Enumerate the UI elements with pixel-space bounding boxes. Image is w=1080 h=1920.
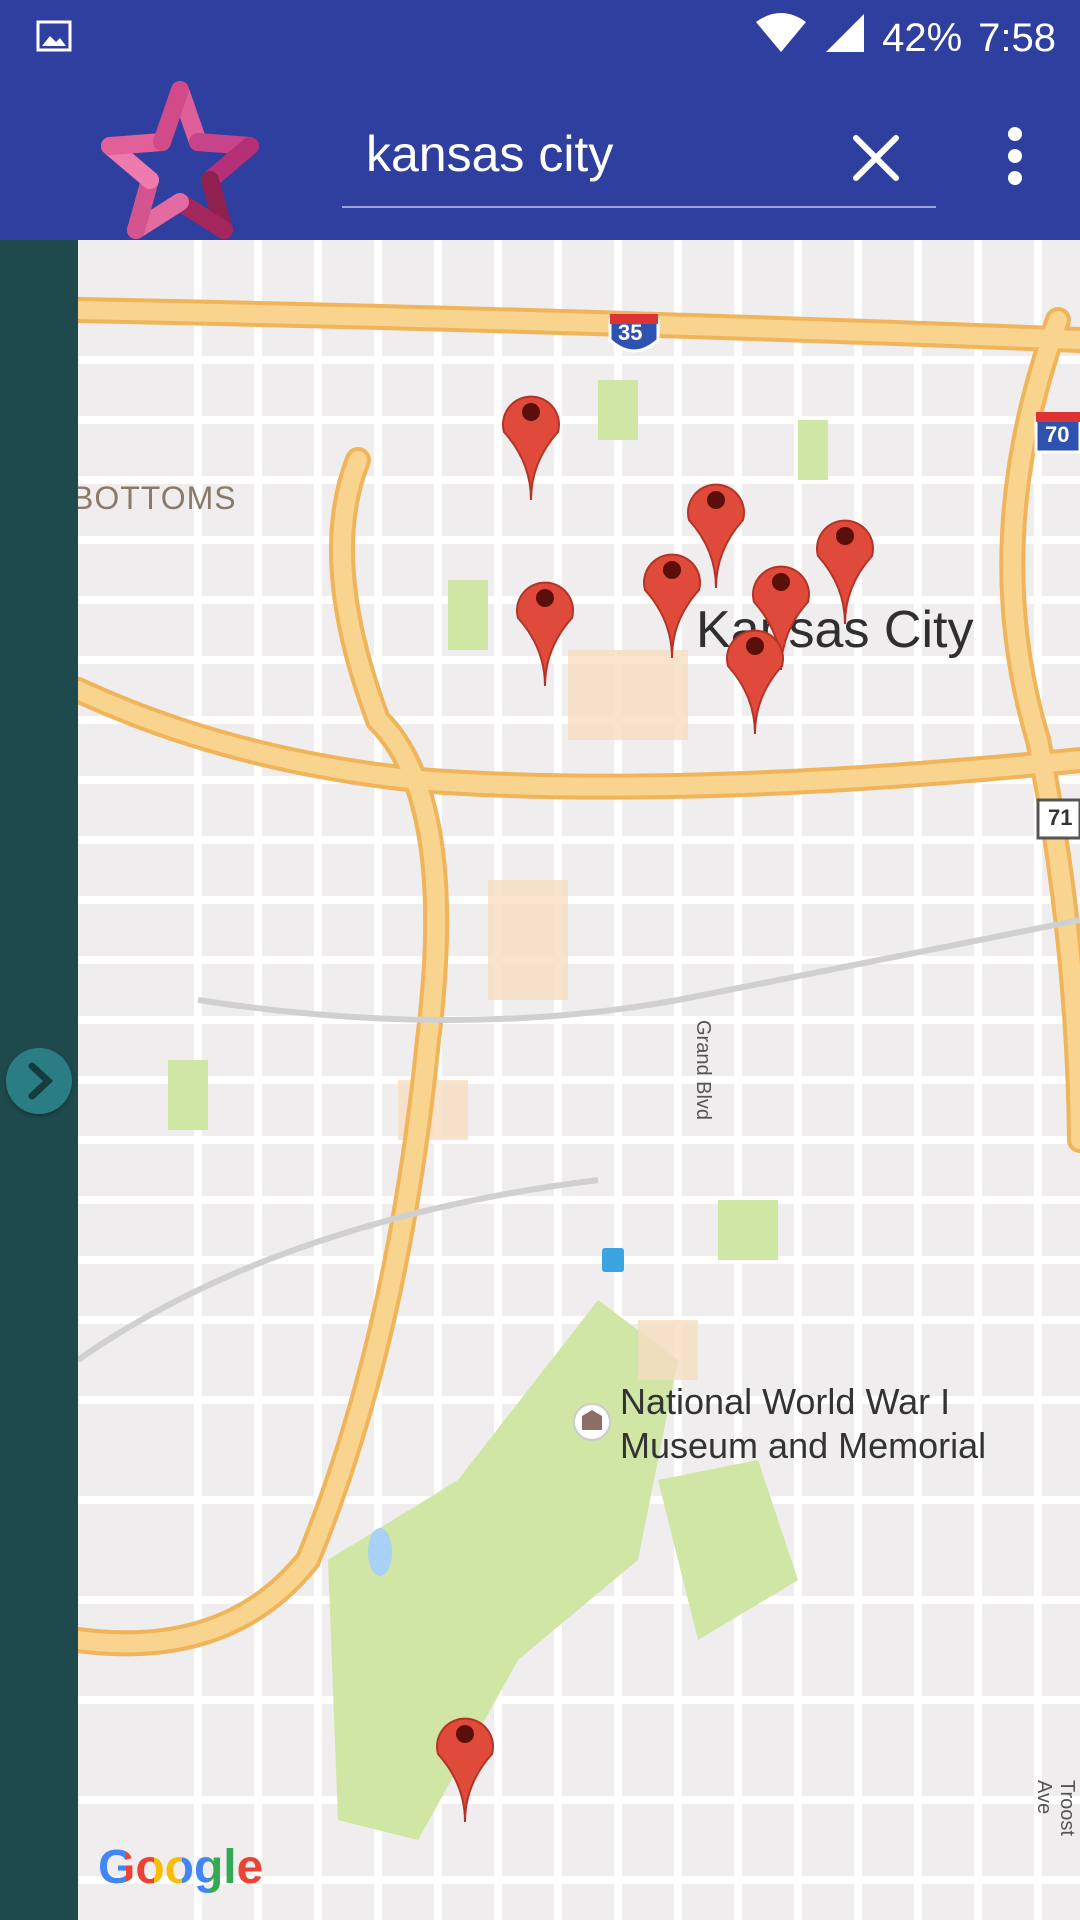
museum-label: National World War I Museum and Memorial <box>620 1380 986 1468</box>
map-pin[interactable] <box>510 568 580 688</box>
museum-label-line2: Museum and Memorial <box>620 1425 987 1466</box>
map-view[interactable]: 35 70 71 BOTTOMS Kansas City Grand Blvd … <box>78 240 1080 1920</box>
signal-icon <box>824 12 866 64</box>
status-bar: 42% 7:58 <box>0 0 1080 75</box>
grand-blvd-label: Grand Blvd <box>692 1020 714 1121</box>
battery-percent: 42% <box>882 15 963 60</box>
expand-sidebar-button[interactable] <box>6 1048 72 1114</box>
troost-ave-label: Troost Ave <box>1033 1780 1078 1836</box>
star-hands-logo[interactable] <box>100 80 260 240</box>
image-icon <box>36 18 72 54</box>
map-pin[interactable] <box>720 616 790 736</box>
search-input[interactable] <box>342 105 848 203</box>
map-pin[interactable] <box>496 382 566 502</box>
search-underline <box>342 206 936 208</box>
map-pin[interactable] <box>430 1704 500 1824</box>
interstate-70-shield: 70 <box>1045 422 1070 447</box>
clock: 7:58 <box>978 15 1056 60</box>
more-options-button[interactable] <box>995 120 1035 190</box>
interstate-35-shield: 35 <box>618 320 643 345</box>
google-attribution: Google <box>98 1840 263 1895</box>
clear-search-button[interactable] <box>846 120 906 190</box>
status-right: 42% 7:58 <box>754 10 1056 66</box>
google-logo-text: Google <box>98 1841 264 1894</box>
map-pin[interactable] <box>637 540 707 660</box>
museum-label-line1: National World War I <box>620 1381 951 1422</box>
map-pin[interactable] <box>810 506 880 626</box>
wifi-icon <box>754 12 808 64</box>
district-label: BOTTOMS <box>78 480 237 516</box>
us-71-shield: 71 <box>1048 805 1073 830</box>
